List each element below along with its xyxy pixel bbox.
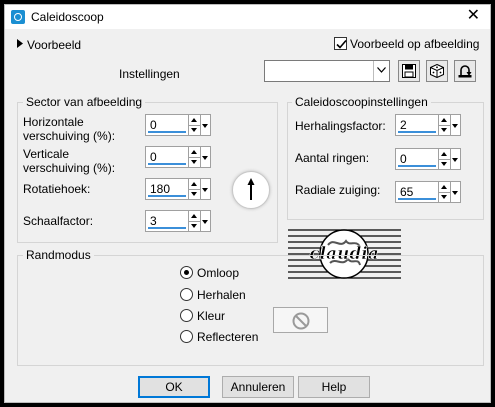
rotation-angle-label: Rotatiehoek: [23,182,91,196]
randomize-button[interactable] [426,60,448,82]
save-icon [402,64,416,78]
ring-count-input[interactable]: 0 [395,148,439,170]
vertical-offset-label-1: Verticale [23,147,70,161]
window-title: Caleidoscoop [31,10,104,24]
ring-count-updown[interactable] [439,148,451,170]
edge-option-color-radio[interactable] [180,309,193,322]
repeat-factor-input[interactable]: 2 [395,114,439,136]
edge-option-wrap-radio[interactable] [180,266,193,279]
edge-option-repeat-label[interactable]: Herhalen [197,288,246,302]
checkmark-icon [336,39,347,49]
horizontal-offset-updown[interactable] [189,114,201,136]
rotation-angle-spinner[interactable]: 180 [145,178,215,200]
vertical-offset-dropdown[interactable] [201,146,211,168]
scale-factor-input[interactable]: 3 [145,210,189,232]
repeat-factor-dropdown[interactable] [451,114,461,136]
sector-group-title: Sector van afbeelding [23,95,146,109]
title-bar: Caleidoscoop ✕ [5,5,490,29]
close-icon[interactable]: ✕ [467,7,480,25]
horizontal-offset-label-1: Horizontale [23,115,84,129]
edge-option-wrap-label[interactable]: Omloop [197,266,239,280]
settings-label: Instellingen [119,67,180,81]
ok-button[interactable]: OK [138,376,210,398]
scale-factor-updown[interactable] [189,210,201,232]
vertical-offset-updown[interactable] [189,146,201,168]
repeat-factor-updown[interactable] [439,114,451,136]
radial-suction-input[interactable]: 65 [395,181,439,203]
edge-mode-group-title: Randmodus [23,248,94,262]
preview-on-image-checkbox[interactable] [334,37,347,50]
edge-color-swatch[interactable] [273,307,328,333]
save-preset-button[interactable] [398,60,420,82]
radial-suction-updown[interactable] [439,181,451,203]
horizontal-offset-label-2: verschuiving (%): [23,129,116,143]
reset-button[interactable] [454,60,476,82]
edge-option-color-label[interactable]: Kleur [197,309,225,323]
preview-on-image-label: Voorbeeld op afbeelding [350,37,480,51]
radial-suction-label: Radiale zuiging: [295,183,381,197]
ring-count-spinner[interactable]: 0 [395,148,465,170]
scale-factor-spinner[interactable]: 3 [145,210,215,232]
dialog-window: Caleidoscoop ✕ Voorbeeld Voorbeeld op af… [4,4,491,403]
expand-arrow-icon[interactable] [17,39,23,48]
arrow-up-icon [247,178,255,200]
no-color-icon [292,312,310,330]
rotation-angle-input[interactable]: 180 [145,178,189,200]
chevron-down-icon [377,67,386,73]
edge-option-reflect-label[interactable]: Reflecteren [197,330,258,344]
edge-option-repeat-radio[interactable] [180,288,193,301]
settings-preset-select[interactable] [264,60,390,82]
edge-option-reflect-radio[interactable] [180,330,193,343]
horizontal-offset-input[interactable]: 0 [145,114,189,136]
kaleidoscope-group-title: Caleidoscoopinstellingen [292,95,431,109]
rotation-angle-dropdown[interactable] [201,178,211,200]
radial-suction-dropdown[interactable] [451,181,461,203]
vertical-offset-label-2: verschuiving (%): [23,161,116,175]
scale-factor-label: Schaalfactor: [23,214,94,228]
reset-icon [458,65,472,78]
vertical-offset-input[interactable]: 0 [145,146,189,168]
ring-count-dropdown[interactable] [451,148,461,170]
edge-mode-group [17,255,484,366]
rotation-angle-updown[interactable] [189,178,201,200]
scale-factor-dropdown[interactable] [201,210,211,232]
horizontal-offset-spinner[interactable]: 0 [145,114,215,136]
dropdown-arrow[interactable] [373,61,389,81]
horizontal-offset-dropdown[interactable] [201,114,211,136]
ring-count-label: Aantal ringen: [295,151,370,165]
preview-toggle-label[interactable]: Voorbeeld [27,38,81,52]
repeat-factor-label: Herhalingsfactor: [295,119,386,133]
vertical-offset-spinner[interactable]: 0 [145,146,215,168]
repeat-factor-spinner[interactable]: 2 [395,114,465,136]
radial-suction-spinner[interactable]: 65 [395,181,465,203]
rotation-dial[interactable] [232,171,270,209]
dice-icon [430,64,444,78]
cancel-button[interactable]: Annuleren [222,376,294,398]
help-button[interactable]: Help [298,376,370,398]
app-icon [11,10,25,24]
